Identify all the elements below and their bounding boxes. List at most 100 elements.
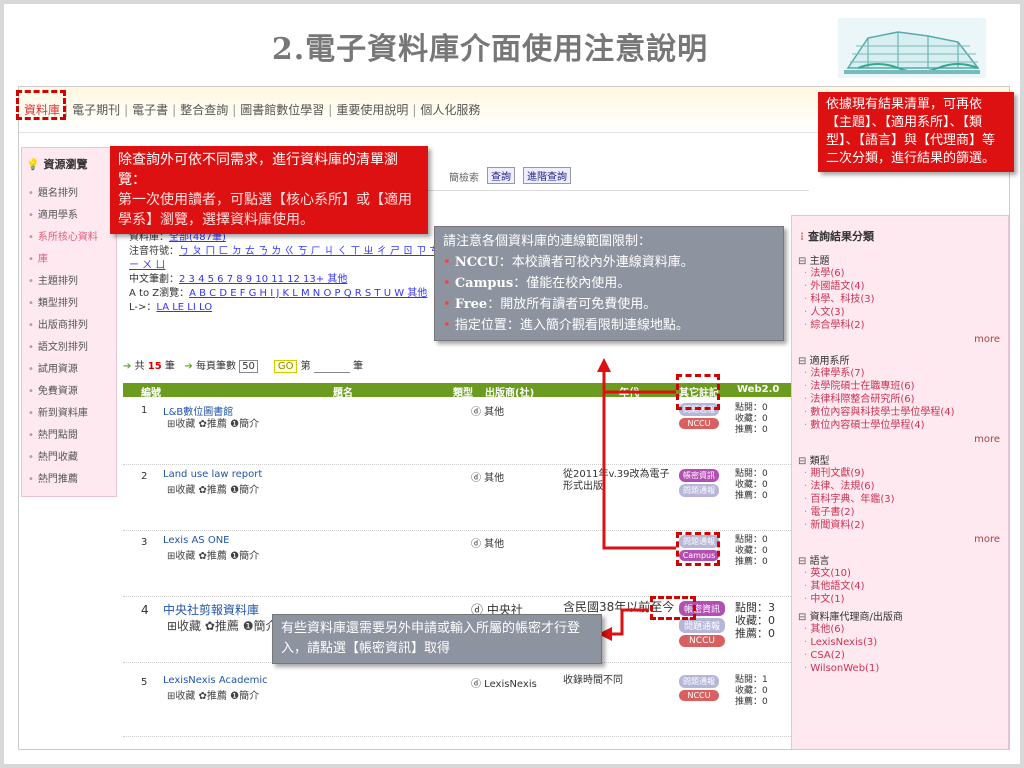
row-actions[interactable]: ⊞收藏 ✿推薦 ❶簡介	[167, 687, 259, 702]
col-title[interactable]: 題名	[333, 384, 353, 399]
browse-popular-recommended[interactable]: 熱門推薦	[28, 470, 78, 485]
filter-item[interactable]: 其他語文(4)	[798, 580, 864, 593]
row-title-link[interactable]: 中央社剪報資料庫	[163, 601, 259, 618]
filter-heading[interactable]: 類型	[798, 452, 895, 467]
col-publisher[interactable]: 出版商(社)	[485, 384, 534, 399]
connection-range-callout: 請注意各個資料庫的連線範圍限制： NCCU：本校讀者可校內外連線資料庫。 Cam…	[434, 226, 784, 341]
browse-by-language[interactable]: 語文別排列	[28, 338, 88, 353]
report-issue-tag[interactable]: 問題通報	[679, 675, 719, 688]
browse-popular-views[interactable]: 熱門點閱	[28, 426, 78, 441]
filter-heading[interactable]: 適用系所	[798, 352, 955, 367]
page-input[interactable]	[313, 361, 350, 373]
nav-elearning[interactable]: 圖書館數位學習	[240, 103, 324, 117]
browse-by-core-dept-cont[interactable]: 庫	[28, 250, 48, 265]
range-item-campus: Campus：僅能在校內使用。	[443, 273, 775, 294]
range-item-nccu: NCCU：本校讀者可校內外連線資料庫。	[443, 252, 775, 273]
filter-heading[interactable]: 主題	[798, 252, 875, 267]
table-row: 5 LexisNexis Academic ⊞收藏 ✿推薦 ❶簡介 ⓓ Lexi…	[123, 671, 805, 737]
advanced-search-button[interactable]: 進階查詢	[523, 167, 571, 184]
filter-heading[interactable]: 資料庫代理商/出版商	[798, 608, 903, 623]
saved-count: 收藏：0	[735, 414, 768, 424]
filter-item[interactable]: LexisNexis(3)	[798, 636, 903, 649]
az-links[interactable]: A B C D E F G H I J K L M N O P Q R S T …	[189, 288, 427, 299]
browse-by-core-dept[interactable]: 系所核心資料	[28, 228, 98, 243]
row-source: ⓓ 其他	[471, 407, 505, 418]
nav-important-notes[interactable]: 重要使用說明	[336, 103, 408, 117]
browse-free[interactable]: 免費資源	[28, 382, 78, 397]
result-count: 15	[147, 361, 162, 372]
filter-item[interactable]: 外國語文(4)	[798, 280, 875, 293]
nav-integrated-search[interactable]: 整合查詢	[180, 103, 228, 117]
browse-by-title[interactable]: 題名排列	[28, 184, 78, 199]
browse-by-subject[interactable]: 主題排列	[28, 272, 78, 287]
filter-item[interactable]: 人文(3)	[798, 306, 875, 319]
filter-item[interactable]: CSA(2)	[798, 649, 903, 662]
stroke-label: 中文筆劃：	[129, 274, 179, 285]
saved-count: 收藏：0	[735, 686, 768, 696]
search-button[interactable]: 查詢	[487, 167, 515, 184]
more-link[interactable]: more	[974, 434, 1000, 445]
browse-new[interactable]: 新到資料庫	[28, 404, 88, 419]
filter-heading[interactable]: 語言	[798, 552, 865, 567]
row-title-link[interactable]: Lexis AS ONE	[163, 535, 230, 546]
filter-item[interactable]: 數位內容與科技學士學位學程(4)	[798, 406, 954, 419]
filter-item[interactable]: 中文(1)	[798, 593, 865, 606]
search-label: 簡檢索	[449, 173, 479, 184]
filter-item[interactable]: 科學、科技(3)	[798, 293, 874, 306]
filter-item[interactable]: 法學院碩士在職專班(6)	[798, 380, 955, 393]
row-actions[interactable]: ⊞收藏 ✿推薦 ❶簡介	[167, 617, 278, 634]
filter-item[interactable]: 英文(10)	[798, 567, 865, 580]
filter-item[interactable]: 綜合學科(2)	[798, 319, 875, 332]
saved-count: 收藏：0	[735, 614, 775, 627]
browse-by-department[interactable]: 適用學系	[28, 206, 78, 221]
browse-options: 資料庫：全部(487筆) 注音符號：ㄅ ㄆ ㄇ ㄈ ㄉ ㄊ ㄋ ㄌ ㄍ ㄎ ㄏ …	[129, 231, 459, 315]
filter-item[interactable]: 法律學系(7)	[798, 367, 955, 380]
row-title-link[interactable]: LexisNexis Academic	[163, 675, 268, 686]
filter-item[interactable]: 百科字典、年鑑(3)	[798, 493, 894, 506]
browse-callout-title: 除查詢外可依不同需求，進行資料庫的清單瀏覽：	[118, 152, 398, 188]
nccu-tag[interactable]: NCCU	[679, 418, 719, 429]
row-actions[interactable]: ⊞收藏 ✿推薦 ❶簡介	[167, 415, 259, 430]
nav-ejournal[interactable]: 電子期刊	[72, 103, 120, 117]
browse-by-type[interactable]: 類型排列	[28, 294, 78, 309]
stroke-links[interactable]: 2 3 4 5 6 7 8 9 10 11 12 13+ 其他	[179, 274, 347, 285]
go-button[interactable]: GO	[273, 360, 298, 373]
filter-section-vendor: 資料庫代理商/出版商 其他(6) LexisNexis(3) CSA(2) Wi…	[798, 608, 903, 675]
row-source: ⓓ 其他	[471, 539, 505, 550]
filter-item[interactable]: 法學(6)	[798, 267, 875, 280]
row-actions[interactable]: ⊞收藏 ✿推薦 ❶簡介	[167, 547, 259, 562]
nav-ebook[interactable]: 電子書	[132, 103, 168, 117]
saved-count: 收藏：0	[735, 480, 768, 490]
browse-trial[interactable]: 試用資源	[28, 360, 78, 375]
row-source: ⓓ LexisNexis	[471, 679, 537, 690]
nav-personal-service[interactable]: 個人化服務	[420, 103, 480, 117]
browse-popular-saved[interactable]: 熱門收藏	[28, 448, 78, 463]
filter-item[interactable]: 數位內容碩士學位學程(4)	[798, 419, 955, 432]
filter-callout: 依據現有結果清單，可再依【主題】、【適用系所】、【類型】、【語言】與【代理商】等…	[818, 92, 1014, 172]
report-issue-tag[interactable]: 問題通報	[679, 618, 725, 633]
nccu-tag[interactable]: NCCU	[679, 635, 725, 647]
resource-browse-panel: 💡 資源瀏覽 題名排列 適用學系 系所核心資料 庫 主題排列 類型排列 出版商排…	[21, 147, 117, 497]
filter-item[interactable]: 期刊文獻(9)	[798, 467, 895, 480]
row-actions[interactable]: ⊞收藏 ✿推薦 ❶簡介	[167, 481, 259, 496]
filter-item[interactable]: 新聞資料(2)	[798, 519, 895, 532]
lc-links[interactable]: LA LE LI LO	[156, 302, 212, 313]
filter-item[interactable]: 其他(6)	[798, 623, 903, 636]
filter-item[interactable]: 電子書(2)	[798, 506, 895, 519]
more-link[interactable]: more	[974, 534, 1000, 545]
filter-item[interactable]: 法律、法規(6)	[798, 480, 895, 493]
database-tab-highlight	[16, 90, 66, 120]
filter-item[interactable]: 法律科際整合研究所(6)	[798, 393, 955, 406]
row-title-link[interactable]: Land use law report	[163, 469, 262, 480]
filter-section-language: 語言 英文(10) 其他語文(4) 中文(1)	[798, 552, 865, 606]
row-number: 1	[141, 405, 148, 416]
recommended-count: 推薦：0	[735, 425, 768, 435]
col-web20: Web2.0	[737, 384, 780, 395]
more-link[interactable]: more	[974, 334, 1000, 345]
nccu-tag[interactable]: NCCU	[679, 690, 719, 701]
report-issue-tag[interactable]: 問題通報	[679, 484, 719, 497]
per-page-select[interactable]: 50	[239, 360, 258, 373]
filter-item[interactable]: WilsonWeb(1)	[798, 662, 903, 675]
browse-by-publisher[interactable]: 出版商排列	[28, 316, 88, 331]
account-info-tag[interactable]: 帳密資訊	[679, 469, 719, 482]
